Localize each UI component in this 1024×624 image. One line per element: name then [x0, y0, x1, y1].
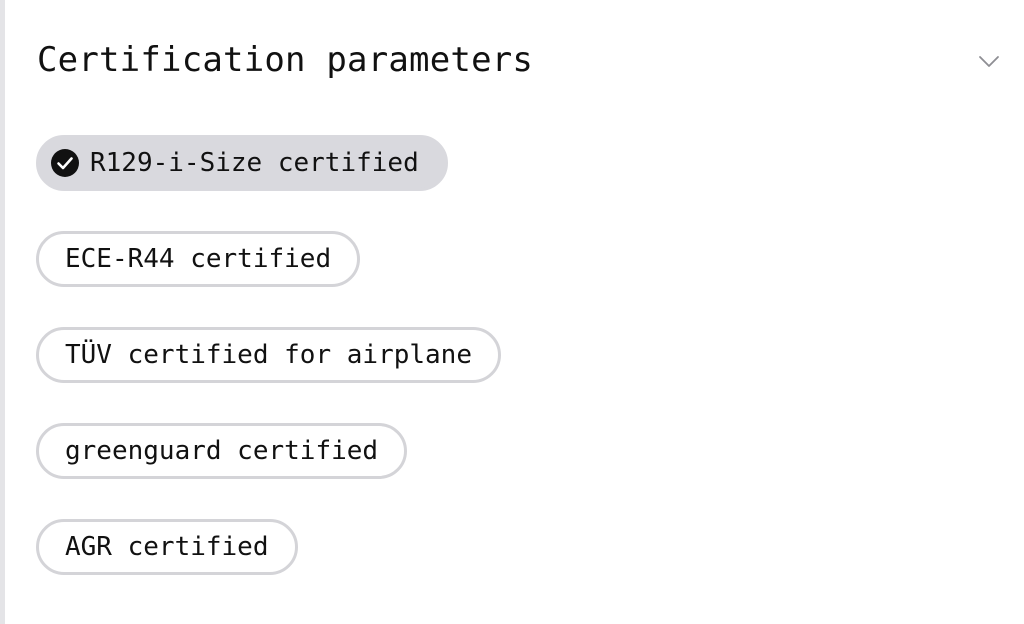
certification-filter-panel: Certification parameters R129-i-Size cer… [0, 0, 1024, 624]
chip-greenguard[interactable]: greenguard certified [36, 423, 408, 479]
chip-r129-i-size[interactable]: R129-i-Size certified [36, 135, 448, 191]
chip-agr[interactable]: AGR certified [36, 519, 298, 575]
check-circle-icon [51, 149, 79, 177]
chip-label: R129-i-Size certified [90, 148, 419, 178]
chip-label: greenguard certified [65, 436, 379, 466]
section-title: Certification parameters [37, 40, 534, 80]
chip-list: R129-i-Size certified ECE-R44 certified … [36, 135, 501, 615]
chip-label: ECE-R44 certified [65, 244, 332, 274]
section-header[interactable]: Certification parameters [5, 30, 1024, 90]
chip-label: TÜV certified for airplane [65, 340, 472, 370]
chevron-down-icon[interactable] [976, 48, 1002, 74]
chip-label: AGR certified [65, 532, 269, 562]
chip-tuv-airplane[interactable]: TÜV certified for airplane [36, 327, 501, 383]
chip-ece-r44[interactable]: ECE-R44 certified [36, 231, 361, 287]
